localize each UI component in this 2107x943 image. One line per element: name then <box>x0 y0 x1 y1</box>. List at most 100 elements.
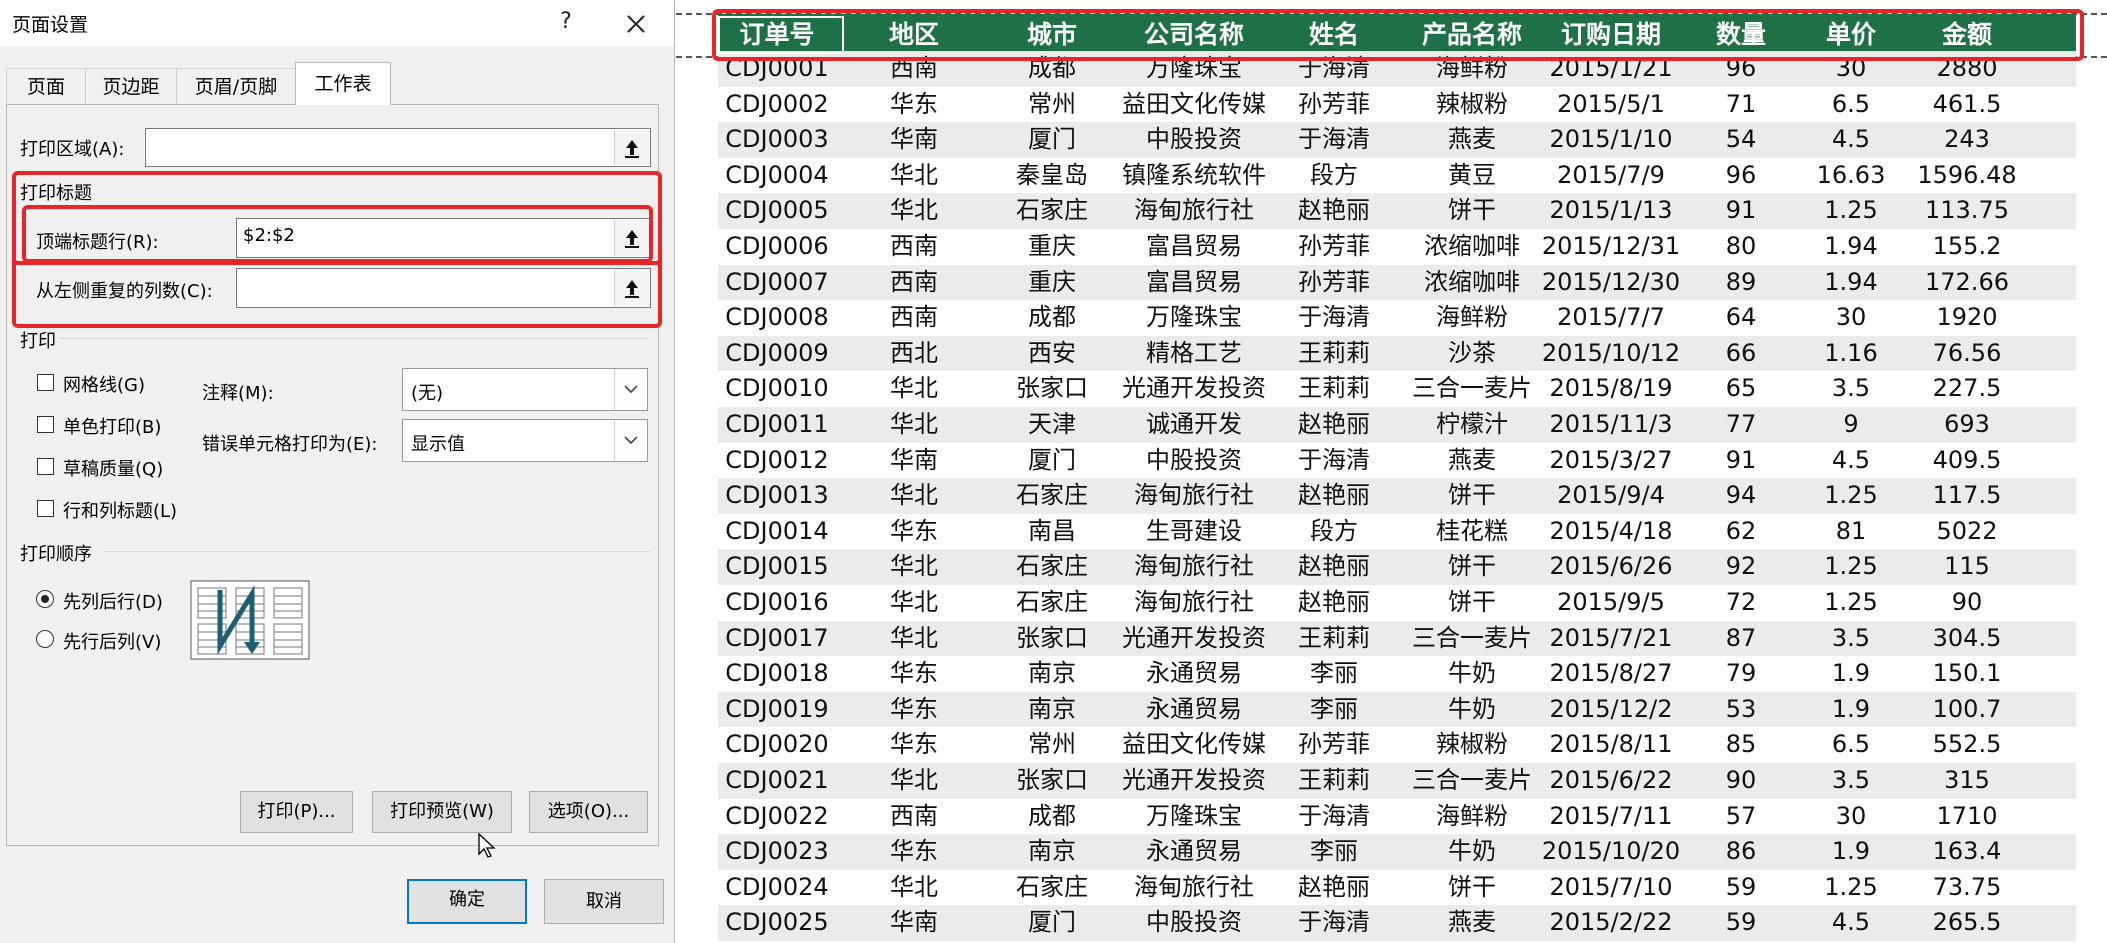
print-area-input[interactable] <box>145 128 651 167</box>
table-cell[interactable]: 南昌 <box>992 514 1112 550</box>
table-cell[interactable]: 浓缩咖啡 <box>1407 229 1537 265</box>
table-cell[interactable]: 西南 <box>854 229 974 265</box>
table-cell[interactable]: 富昌贸易 <box>1119 265 1269 301</box>
table-cell[interactable]: CDJ0008 <box>707 300 847 336</box>
table-cell[interactable]: 于海清 <box>1279 905 1389 941</box>
table-cell[interactable]: 中股投资 <box>1119 122 1269 158</box>
table-cell[interactable]: 张家口 <box>992 371 1112 407</box>
table-cell[interactable]: 16.63 <box>1801 158 1901 194</box>
table-cell[interactable]: 54 <box>1691 122 1791 158</box>
table-cell[interactable]: 永通贸易 <box>1119 834 1269 870</box>
table-cell[interactable]: 2015/2/22 <box>1536 905 1686 941</box>
table-cell[interactable]: 海甸旅行社 <box>1119 549 1269 585</box>
table-cell[interactable]: 海甸旅行社 <box>1119 478 1269 514</box>
table-cell[interactable]: 155.2 <box>1897 229 2037 265</box>
table-cell[interactable]: 饼干 <box>1407 478 1537 514</box>
table-cell[interactable]: 2015/7/7 <box>1536 300 1686 336</box>
table-cell[interactable]: 73.75 <box>1897 870 2037 906</box>
table-cell[interactable]: 90 <box>1897 585 2037 621</box>
table-cell[interactable]: 益田文化传媒 <box>1119 87 1269 123</box>
table-cell[interactable]: 厦门 <box>992 443 1112 479</box>
table-cell[interactable]: 92 <box>1691 549 1791 585</box>
table-cell[interactable]: 燕麦 <box>1407 443 1537 479</box>
table-cell[interactable]: 饼干 <box>1407 870 1537 906</box>
column-header[interactable]: 数量 <box>1691 14 1791 56</box>
cancel-button[interactable]: 取消 <box>544 879 664 924</box>
table-cell[interactable]: 1.25 <box>1801 870 1901 906</box>
left-cols-input[interactable] <box>236 268 651 308</box>
table-cell[interactable]: CDJ0012 <box>707 443 847 479</box>
table-cell[interactable]: CDJ0003 <box>707 122 847 158</box>
table-cell[interactable]: 117.5 <box>1897 478 2037 514</box>
table-cell[interactable]: 永通贸易 <box>1119 656 1269 692</box>
table-cell[interactable]: 华南 <box>854 905 974 941</box>
table-cell[interactable]: 南京 <box>992 656 1112 692</box>
table-cell[interactable]: 150.1 <box>1897 656 2037 692</box>
tab-sheet[interactable]: 工作表 <box>295 62 391 105</box>
table-cell[interactable]: 海甸旅行社 <box>1119 193 1269 229</box>
table-cell[interactable]: 3.5 <box>1801 621 1901 657</box>
table-cell[interactable]: 赵艳丽 <box>1279 407 1389 443</box>
table-cell[interactable]: 华南 <box>854 443 974 479</box>
table-cell[interactable]: 富昌贸易 <box>1119 229 1269 265</box>
table-cell[interactable]: 海甸旅行社 <box>1119 585 1269 621</box>
table-cell[interactable]: 生哥建设 <box>1119 514 1269 550</box>
table-cell[interactable]: CDJ0009 <box>707 336 847 372</box>
table-cell[interactable]: 57 <box>1691 799 1791 835</box>
table-cell[interactable]: 1.16 <box>1801 336 1901 372</box>
table-cell[interactable]: CDJ0015 <box>707 549 847 585</box>
table-cell[interactable]: 李丽 <box>1279 656 1389 692</box>
table-cell[interactable]: 66 <box>1691 336 1791 372</box>
table-cell[interactable]: CDJ0017 <box>707 621 847 657</box>
table-cell[interactable]: 于海清 <box>1279 443 1389 479</box>
table-cell[interactable]: 2015/10/20 <box>1536 834 1686 870</box>
table-cell[interactable]: 厦门 <box>992 905 1112 941</box>
table-cell[interactable]: 华东 <box>854 727 974 763</box>
table-cell[interactable]: 1.25 <box>1801 193 1901 229</box>
table-cell[interactable]: 华北 <box>854 621 974 657</box>
errors-select[interactable]: 显示值 <box>402 419 648 462</box>
table-cell[interactable]: 西南 <box>854 799 974 835</box>
table-cell[interactable]: 西南 <box>854 51 974 87</box>
table-cell[interactable]: 3.5 <box>1801 371 1901 407</box>
help-button[interactable]: ? <box>548 4 584 40</box>
table-cell[interactable]: 1.9 <box>1801 692 1901 728</box>
column-header[interactable]: 订购日期 <box>1536 14 1686 56</box>
table-cell[interactable]: 2015/10/12 <box>1536 336 1686 372</box>
table-cell[interactable]: 海鲜粉 <box>1407 799 1537 835</box>
table-cell[interactable]: 成都 <box>992 51 1112 87</box>
table-cell[interactable]: 2015/1/10 <box>1536 122 1686 158</box>
print-preview-button[interactable]: 打印预览(W) <box>372 791 512 833</box>
table-cell[interactable]: 石家庄 <box>992 193 1112 229</box>
table-cell[interactable]: 石家庄 <box>992 585 1112 621</box>
table-cell[interactable]: 115 <box>1897 549 2037 585</box>
table-cell[interactable]: 2015/9/4 <box>1536 478 1686 514</box>
table-cell[interactable]: 30 <box>1801 799 1901 835</box>
table-cell[interactable]: 1596.48 <box>1897 158 2037 194</box>
table-cell[interactable]: 2015/4/18 <box>1536 514 1686 550</box>
table-cell[interactable]: 265.5 <box>1897 905 2037 941</box>
table-cell[interactable]: 227.5 <box>1897 371 2037 407</box>
table-cell[interactable]: CDJ0007 <box>707 265 847 301</box>
table-cell[interactable]: 段方 <box>1279 158 1389 194</box>
ok-button[interactable]: 确定 <box>407 879 527 924</box>
table-cell[interactable]: 81 <box>1801 514 1901 550</box>
table-cell[interactable]: 柠檬汁 <box>1407 407 1537 443</box>
table-cell[interactable]: 辣椒粉 <box>1407 727 1537 763</box>
table-cell[interactable]: 牛奶 <box>1407 692 1537 728</box>
table-cell[interactable]: 65 <box>1691 371 1791 407</box>
table-cell[interactable]: 浓缩咖啡 <box>1407 265 1537 301</box>
table-cell[interactable]: 孙芳菲 <box>1279 727 1389 763</box>
table-cell[interactable]: CDJ0013 <box>707 478 847 514</box>
table-cell[interactable]: 桂花糕 <box>1407 514 1537 550</box>
table-cell[interactable]: 中股投资 <box>1119 443 1269 479</box>
table-cell[interactable]: 2015/6/26 <box>1536 549 1686 585</box>
table-cell[interactable]: 85 <box>1691 727 1791 763</box>
column-header[interactable]: 城市 <box>992 14 1112 56</box>
table-cell[interactable]: 石家庄 <box>992 478 1112 514</box>
table-cell[interactable]: 2015/6/22 <box>1536 763 1686 799</box>
table-cell[interactable]: 赵艳丽 <box>1279 193 1389 229</box>
table-cell[interactable]: 段方 <box>1279 514 1389 550</box>
table-cell[interactable]: 赵艳丽 <box>1279 585 1389 621</box>
table-cell[interactable]: 天津 <box>992 407 1112 443</box>
